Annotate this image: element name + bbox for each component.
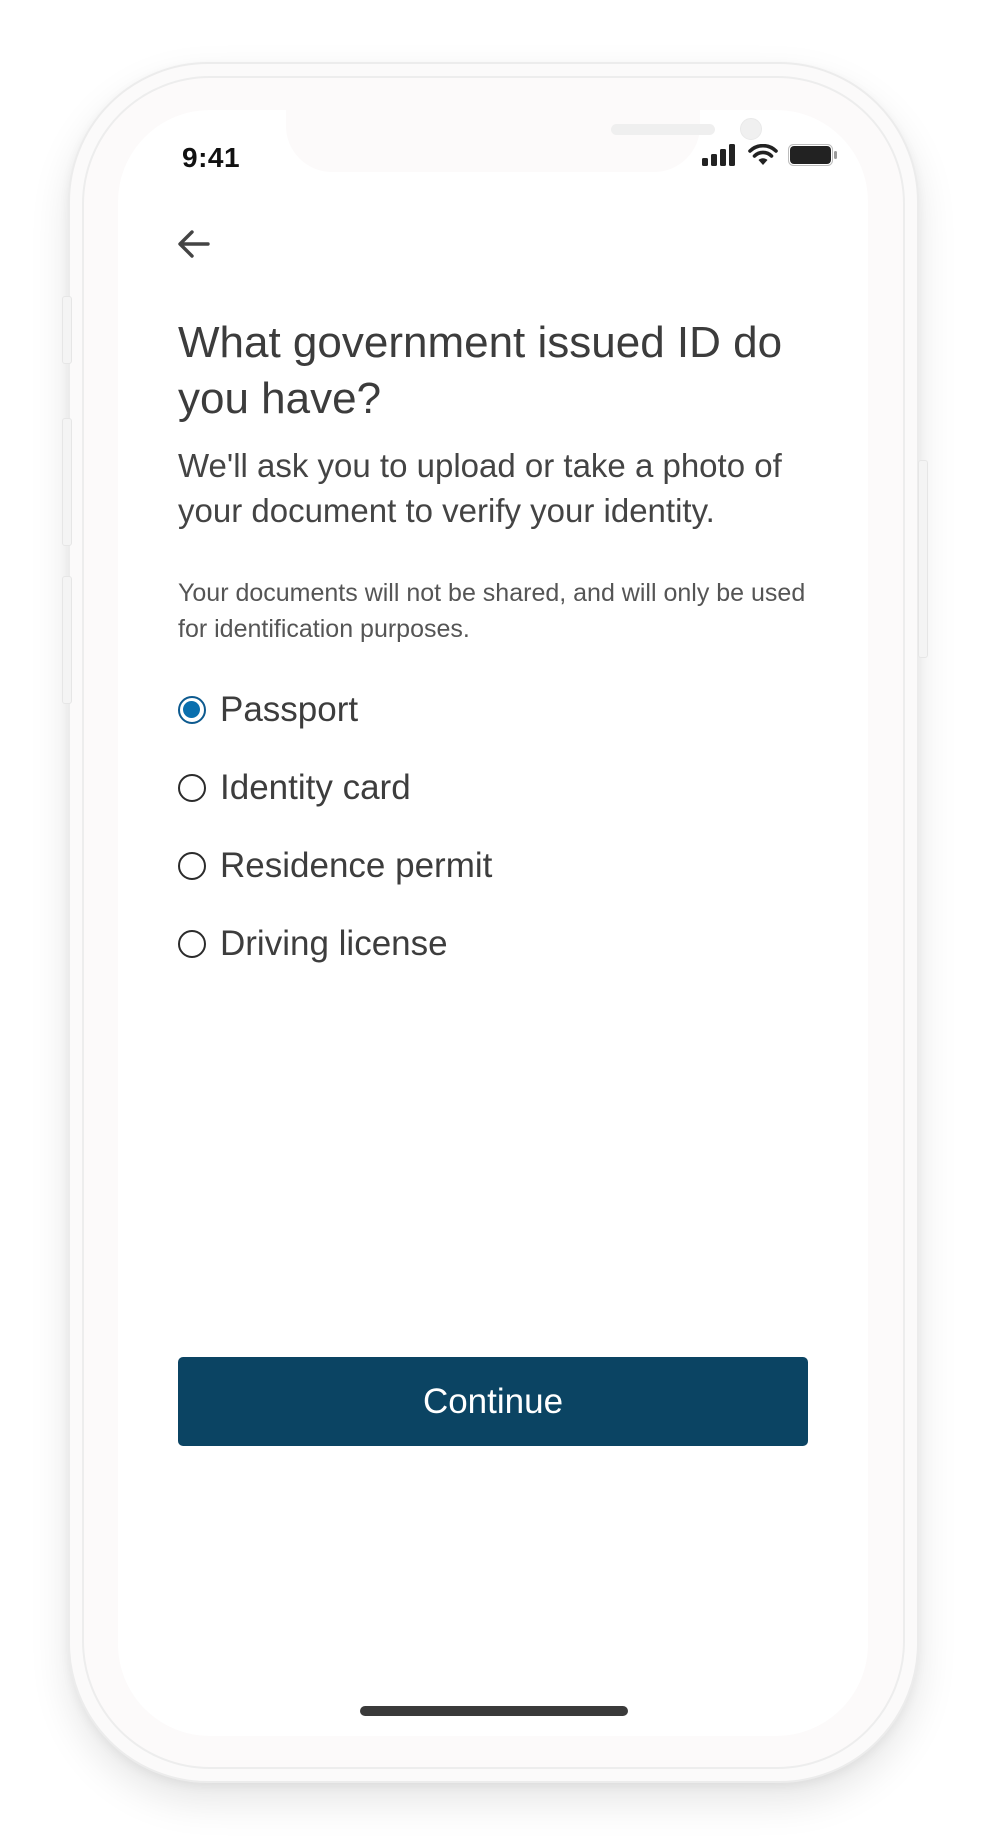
device-mockup: 9:41 What government issued ID do you ha…: [0, 0, 986, 1844]
option-label: Residence permit: [220, 846, 493, 885]
option-passport[interactable]: Passport: [178, 671, 818, 749]
arrow-left-icon: [178, 230, 210, 258]
page-title: What government issued ID do you have?: [178, 318, 783, 423]
status-time: 9:41: [182, 142, 241, 173]
status-icons: [702, 144, 838, 166]
radio-button[interactable]: [178, 930, 206, 958]
continue-button[interactable]: Continue: [178, 1357, 808, 1446]
radio-button[interactable]: [178, 852, 206, 880]
power-button: [918, 460, 928, 658]
volume-up-button: [62, 418, 72, 546]
cellular-signal-icon: [702, 144, 735, 166]
home-indicator: [360, 1706, 628, 1716]
option-residence-permit[interactable]: Residence permit: [178, 827, 818, 905]
id-type-radio-group: Passport Identity card Residence permit …: [178, 671, 818, 983]
volume-down-button: [62, 576, 72, 704]
option-driving-license[interactable]: Driving license: [178, 905, 818, 983]
back-button[interactable]: [172, 222, 216, 266]
page-subtitle: We'll ask you to upload or take a photo …: [178, 447, 782, 529]
battery-icon: [788, 144, 837, 166]
front-camera: [740, 118, 762, 140]
option-label: Driving license: [220, 924, 448, 963]
main-content: What government issued ID do you have? W…: [178, 315, 818, 983]
radio-button-selected[interactable]: [178, 696, 206, 724]
option-label: Identity card: [220, 768, 411, 807]
privacy-note: Your documents will not be shared, and w…: [178, 579, 806, 643]
radio-button[interactable]: [178, 774, 206, 802]
option-label: Passport: [220, 690, 359, 729]
option-identity-card[interactable]: Identity card: [178, 749, 818, 827]
wifi-icon: [748, 144, 778, 165]
silent-switch: [62, 296, 72, 364]
notch: [286, 110, 762, 172]
phone-screen: 9:41 What government issued ID do you ha…: [118, 110, 868, 1736]
speaker-grille: [611, 124, 715, 135]
